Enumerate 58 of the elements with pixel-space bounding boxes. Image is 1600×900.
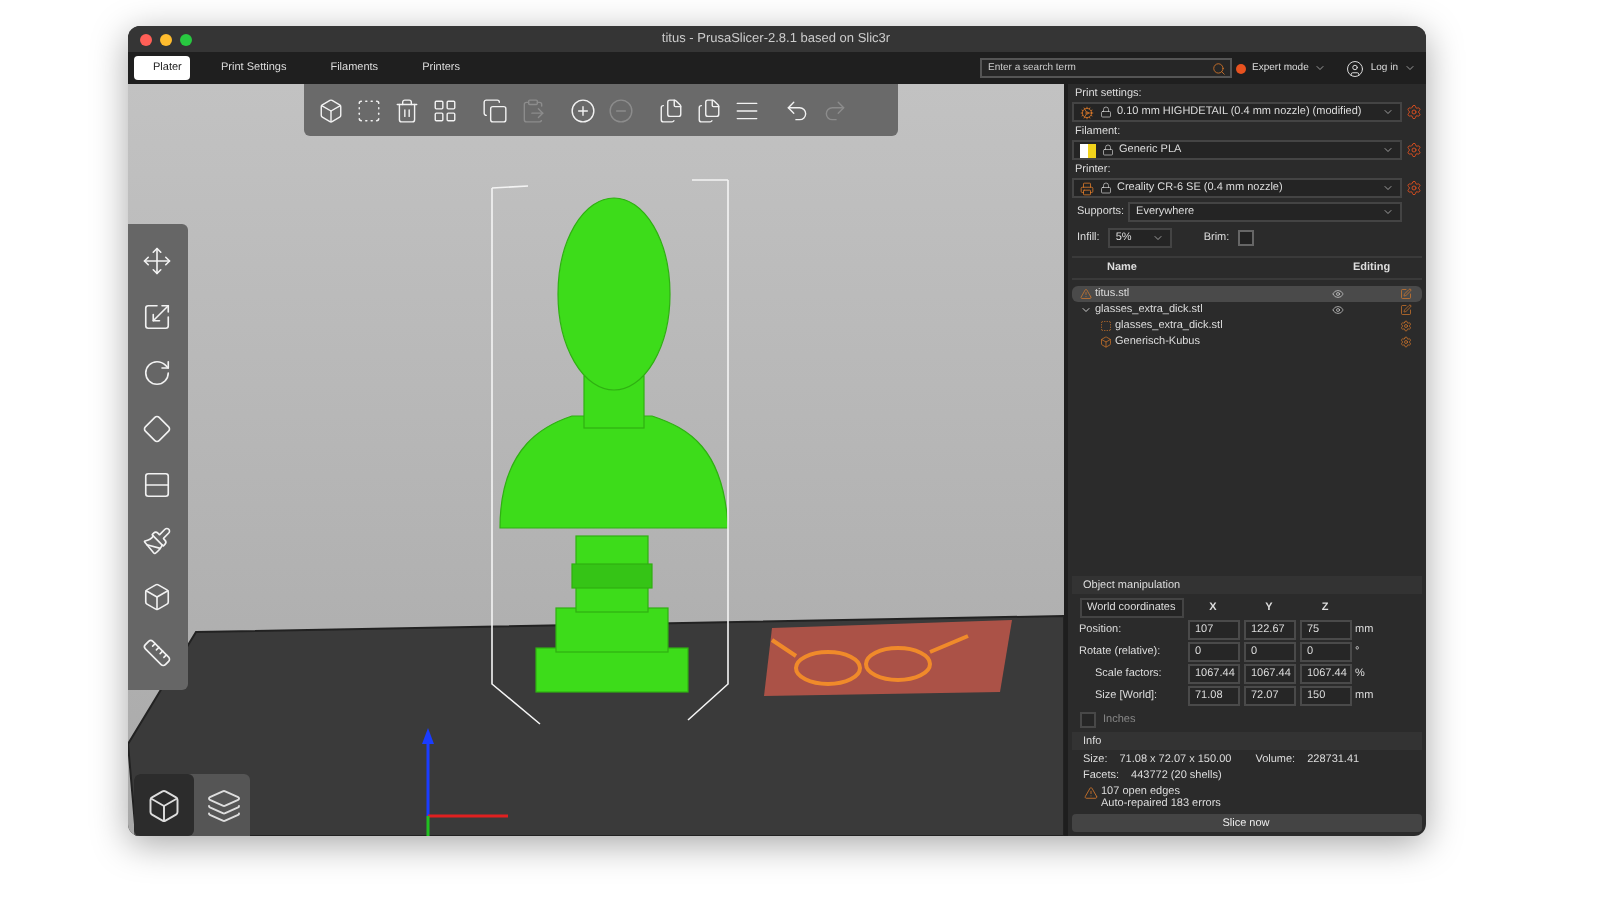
search-icon [1212,61,1227,75]
toolbar-button[interactable] [477,93,511,127]
trash-icon [393,97,419,123]
rotate-icon [142,357,172,388]
zoom-button[interactable] [179,33,191,45]
scale-icon [142,301,172,332]
chevron-down-icon [1151,232,1164,244]
settings-icon [1399,320,1411,332]
settings-icon [1405,104,1421,120]
cube-icon [145,787,181,823]
edit-icon [1399,288,1411,300]
redo-icon [821,97,847,123]
cube-icon [142,582,172,613]
cube-icon [317,97,343,123]
ruler-icon [142,638,172,669]
warning-icon [1079,288,1091,300]
printer-icon [1079,181,1093,195]
lock-icon [1099,182,1111,194]
gear-icon [1079,105,1093,119]
chevron-down-icon [1404,62,1416,74]
3d-viewport[interactable] [127,84,1063,836]
rows-icon [142,470,172,501]
stacked-files-icon [657,97,683,123]
chevron-down-icon [1381,144,1393,156]
brush-icon [142,526,172,557]
settings-icon [1399,336,1411,348]
settings-icon [1405,142,1421,158]
view-button[interactable] [133,774,193,836]
chevron-down-icon [1314,62,1327,74]
close-button[interactable] [139,33,151,45]
warning-icon [1083,786,1097,800]
lock-icon [1101,144,1113,156]
eye-icon [1331,304,1343,316]
paste-icon [519,97,545,123]
user-icon [1346,59,1365,77]
copy-icon [481,97,507,123]
toolbar-button[interactable] [565,93,599,127]
layers-icon [205,787,241,823]
stacked-files-icon [695,97,721,123]
edit-icon [1399,304,1411,316]
lock-icon [1099,106,1111,118]
grid-icon [431,97,457,123]
settings-icon [1405,180,1421,196]
lines-icon [733,97,759,123]
undo-icon [783,97,809,123]
plus-circle-icon [569,97,595,123]
chevron-down-icon[interactable] [1079,304,1091,316]
axis-arrows-icon [421,728,507,836]
move-icon [142,245,172,276]
brim-checkbox[interactable] [1237,230,1254,246]
dashed-square-icon [355,97,381,123]
diamond-icon [142,413,172,444]
minus-circle-icon [607,97,633,123]
minimize-button[interactable] [159,33,171,45]
eye-icon [1331,288,1343,300]
chevron-down-icon [1381,106,1393,118]
modifier-block[interactable] [763,620,1011,696]
modifier-icon [1099,336,1111,348]
